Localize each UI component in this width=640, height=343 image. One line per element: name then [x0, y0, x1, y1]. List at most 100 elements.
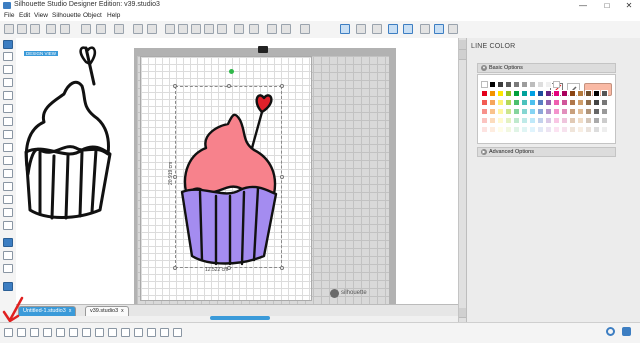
color-swatch[interactable] [513, 108, 520, 115]
modify-icon[interactable] [121, 328, 130, 337]
weld-icon[interactable] [69, 328, 78, 337]
new-icon[interactable] [4, 24, 14, 34]
color-swatch[interactable] [489, 117, 496, 124]
minimize-icon[interactable]: — [572, 0, 594, 11]
cupcake-outline[interactable] [16, 42, 136, 222]
color-swatch[interactable] [553, 126, 560, 133]
redo-icon[interactable] [147, 24, 157, 34]
color-swatch[interactable] [601, 90, 608, 97]
eraser-tool-icon[interactable] [3, 208, 13, 217]
color-swatch[interactable] [513, 90, 520, 97]
maximize-icon[interactable]: □ [596, 0, 618, 11]
color-swatch[interactable] [521, 99, 528, 106]
cut-icon[interactable] [114, 24, 124, 34]
trace-icon[interactable] [95, 328, 104, 337]
color-swatch[interactable] [497, 90, 504, 97]
cupcake-colored[interactable] [178, 88, 280, 268]
color-swatch[interactable] [529, 108, 536, 115]
color-swatch[interactable] [513, 99, 520, 106]
tab-v39[interactable]: v39.studio3 x [85, 306, 129, 316]
color-swatch[interactable] [569, 99, 576, 106]
color-swatch[interactable] [521, 117, 528, 124]
color-swatch[interactable] [569, 108, 576, 115]
color-swatch[interactable] [497, 81, 504, 88]
replicate-icon[interactable] [108, 328, 117, 337]
star-tool-icon[interactable] [3, 169, 13, 178]
zoom-in-icon[interactable] [165, 24, 175, 34]
rectangle-tool-icon[interactable] [3, 104, 13, 113]
resize-handle[interactable] [280, 84, 284, 88]
color-swatch[interactable] [529, 90, 536, 97]
color-swatch[interactable] [601, 117, 608, 124]
color-swatch[interactable] [561, 99, 568, 106]
arc-tool-icon[interactable] [3, 156, 13, 165]
color-swatch[interactable] [585, 108, 592, 115]
horizontal-scrollbar[interactable] [210, 316, 270, 320]
color-swatch[interactable] [521, 108, 528, 115]
knife-tool-icon[interactable] [3, 221, 13, 230]
settings-view-icon[interactable] [3, 282, 13, 291]
color-swatch[interactable] [537, 108, 544, 115]
freehand-tool-icon[interactable] [3, 130, 13, 139]
color-swatch[interactable] [513, 117, 520, 124]
undo-icon[interactable] [133, 24, 143, 34]
copy-icon[interactable] [81, 24, 91, 34]
color-swatch[interactable] [577, 117, 584, 124]
color-swatch[interactable] [561, 117, 568, 124]
group-icon[interactable] [267, 24, 277, 34]
color-swatch[interactable] [561, 108, 568, 115]
store-icon[interactable] [356, 24, 366, 34]
color-swatch[interactable] [577, 99, 584, 106]
color-swatch[interactable] [529, 126, 536, 133]
curve-tool-icon[interactable] [3, 91, 13, 100]
fill-color-icon[interactable] [420, 24, 430, 34]
color-swatch[interactable] [521, 90, 528, 97]
rotate-handle[interactable] [229, 69, 234, 74]
color-swatch[interactable] [489, 90, 496, 97]
color-swatch[interactable] [593, 90, 600, 97]
color-swatch[interactable] [561, 90, 568, 97]
close-icon[interactable]: ✕ [618, 0, 640, 11]
color-swatch[interactable] [537, 99, 544, 106]
basic-options-header[interactable]: ▼ Basic Options [477, 63, 616, 73]
color-swatch[interactable] [545, 99, 552, 106]
duplicate-icon[interactable] [30, 328, 39, 337]
color-swatch[interactable] [569, 126, 576, 133]
align-icon[interactable] [300, 24, 310, 34]
arrange-icon[interactable] [56, 328, 65, 337]
color-swatch[interactable] [585, 117, 592, 124]
resize-handle[interactable] [173, 84, 177, 88]
select-all-icon[interactable] [4, 328, 13, 337]
color-swatch[interactable] [529, 117, 536, 124]
color-swatch[interactable] [497, 126, 504, 133]
color-swatch[interactable] [497, 99, 504, 106]
knife-icon[interactable] [134, 328, 143, 337]
advanced-options-header[interactable]: ▶ Advanced Options [477, 147, 616, 157]
color-swatch[interactable] [585, 90, 592, 97]
color-swatch[interactable] [505, 126, 512, 133]
registration-icon[interactable] [403, 24, 413, 34]
menu-object[interactable]: Object [83, 11, 102, 21]
color-swatch[interactable] [489, 81, 496, 88]
zoom-fit-icon[interactable] [191, 24, 201, 34]
line-tool-icon[interactable] [3, 65, 13, 74]
color-swatch[interactable] [577, 90, 584, 97]
color-swatch[interactable] [481, 90, 488, 97]
color-swatch[interactable] [537, 117, 544, 124]
color-swatch[interactable] [489, 108, 496, 115]
tab-untitled[interactable]: Untitled-1.studio3 x [18, 306, 77, 316]
pan-icon[interactable] [217, 24, 227, 34]
color-swatch[interactable] [569, 90, 576, 97]
color-swatch[interactable] [489, 99, 496, 106]
line-icon[interactable] [249, 24, 259, 34]
store-view-icon[interactable] [3, 264, 13, 273]
page-setup-icon[interactable] [372, 24, 382, 34]
shapes-icon[interactable] [234, 24, 244, 34]
color-swatch[interactable] [505, 90, 512, 97]
line-color-icon[interactable] [434, 24, 444, 34]
color-swatch[interactable] [505, 108, 512, 115]
save-icon[interactable] [30, 24, 40, 34]
color-swatch[interactable] [593, 117, 600, 124]
color-swatch[interactable] [545, 81, 552, 88]
color-swatch[interactable] [553, 90, 560, 97]
